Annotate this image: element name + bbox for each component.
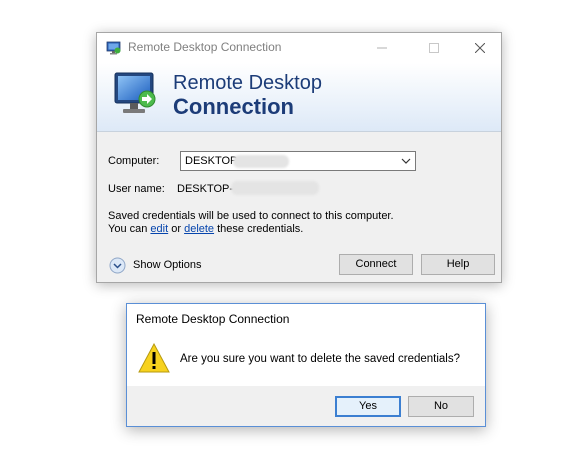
redacted-username xyxy=(231,181,319,195)
banner-title-line1: Remote Desktop xyxy=(173,72,322,94)
header-banner: Remote Desktop Connection xyxy=(97,63,501,132)
expand-options-icon[interactable] xyxy=(109,257,126,274)
warning-icon xyxy=(138,343,170,373)
close-button[interactable] xyxy=(457,33,503,63)
window-title: Remote Desktop Connection xyxy=(128,40,282,54)
dialog-body: Are you sure you want to delete the save… xyxy=(127,334,485,386)
yes-button[interactable]: Yes xyxy=(335,396,401,417)
remote-desktop-monitor-icon xyxy=(111,69,165,121)
dialog-title: Remote Desktop Connection xyxy=(136,312,290,326)
computer-label: Computer: xyxy=(108,155,160,167)
credentials-info-line1: Saved credentials will be used to connec… xyxy=(108,210,394,222)
minimize-icon xyxy=(377,47,387,49)
username-value: DESKTOP- xyxy=(177,183,234,195)
credentials-or-text: or xyxy=(168,223,185,235)
banner-title-line2: Connection xyxy=(173,94,294,119)
chevron-down-icon[interactable] xyxy=(401,156,411,166)
username-label: User name: xyxy=(108,183,165,195)
maximize-button[interactable] xyxy=(411,33,457,63)
close-icon xyxy=(475,43,485,53)
help-button[interactable]: Help xyxy=(421,254,495,275)
connect-button[interactable]: Connect xyxy=(339,254,413,275)
rdc-main-window: Remote Desktop Connection Remote Desktop… xyxy=(96,32,502,283)
credentials-prefix: You can xyxy=(108,223,151,235)
redacted-computer-name xyxy=(233,155,289,168)
delete-credentials-link[interactable]: delete xyxy=(184,223,214,235)
dialog-message: Are you sure you want to delete the save… xyxy=(180,353,461,365)
remote-desktop-app-icon xyxy=(106,40,122,56)
dialog-title-bar[interactable]: Remote Desktop Connection xyxy=(127,304,485,334)
maximize-icon xyxy=(429,43,439,53)
computer-combobox[interactable]: DESKTOP- xyxy=(180,151,416,171)
delete-credentials-dialog: Remote Desktop Connection Are you sure y… xyxy=(126,303,486,427)
edit-credentials-link[interactable]: edit xyxy=(150,223,168,235)
no-button[interactable]: No xyxy=(408,396,474,417)
credentials-info-line2: You can edit or delete these credentials… xyxy=(108,223,303,235)
credentials-suffix: these credentials. xyxy=(214,223,304,235)
title-bar[interactable]: Remote Desktop Connection xyxy=(97,33,501,63)
minimize-button[interactable] xyxy=(359,33,405,63)
show-options-label[interactable]: Show Options xyxy=(133,259,201,271)
